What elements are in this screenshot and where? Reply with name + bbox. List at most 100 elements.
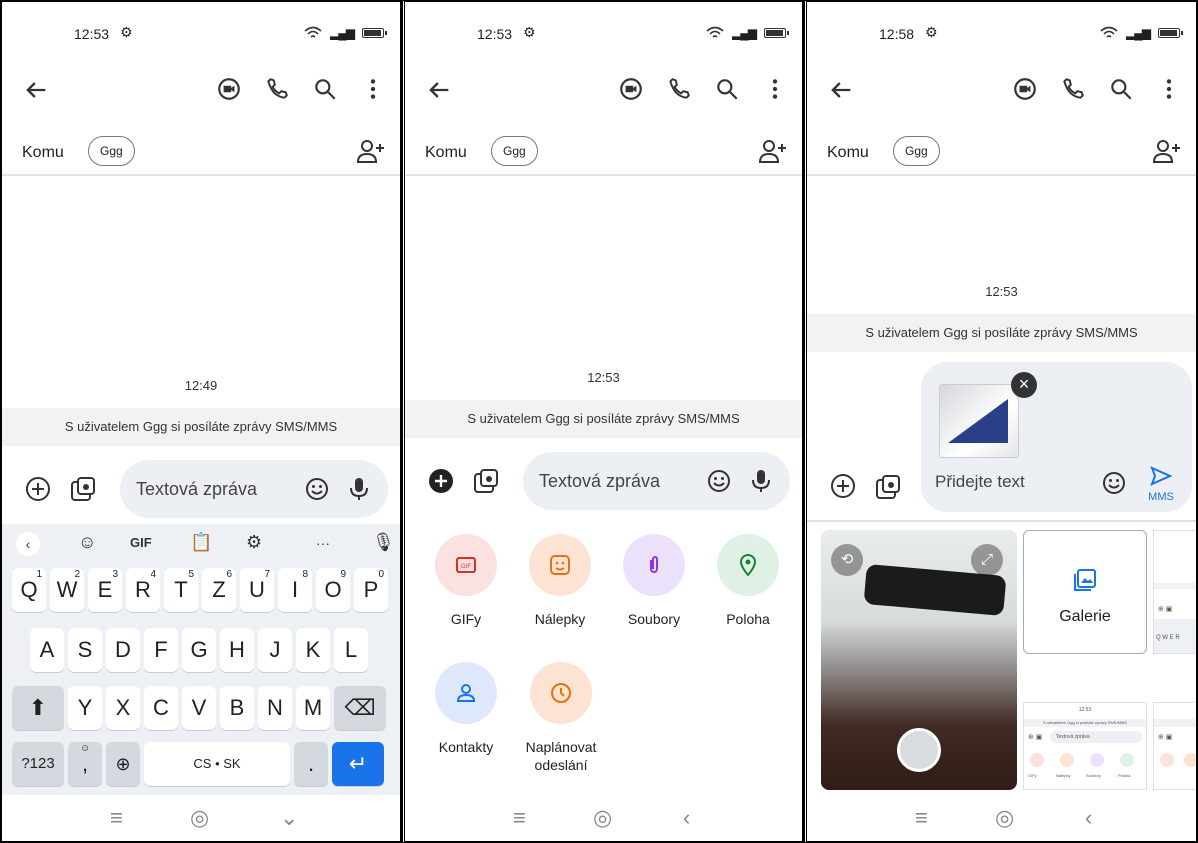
gallery-thumbnail[interactable]: ⊕ ▣ Q W E R	[1153, 530, 1196, 654]
menu-nav-icon[interactable]: ≡	[110, 805, 123, 831]
video-call-icon[interactable]	[1012, 76, 1038, 102]
message-input[interactable]: Textová zpráva	[120, 460, 388, 518]
key-l[interactable]: L	[334, 628, 368, 672]
phone-icon[interactable]	[264, 76, 290, 102]
home-nav-icon[interactable]: ◎	[593, 805, 612, 831]
emoji-icon[interactable]	[706, 468, 732, 494]
key-h[interactable]: H	[220, 628, 254, 672]
key-c[interactable]: C	[144, 686, 178, 730]
attach-contacts[interactable]: Kontakty	[431, 662, 501, 756]
globe-key[interactable]: ⊕	[106, 742, 140, 786]
key-o[interactable]: O9	[316, 568, 350, 612]
phone-icon[interactable]	[1060, 76, 1086, 102]
add-person-icon[interactable]	[1152, 138, 1182, 164]
key-u[interactable]: U7	[240, 568, 274, 612]
key-j[interactable]: J	[258, 628, 292, 672]
microphone-icon[interactable]	[750, 468, 772, 494]
back-arrow-icon[interactable]	[425, 76, 453, 104]
key-z[interactable]: Z6	[202, 568, 236, 612]
key-k[interactable]: K	[296, 628, 330, 672]
gallery-tile[interactable]: Galerie	[1023, 530, 1147, 654]
key-d[interactable]: D	[106, 628, 140, 672]
more-vert-icon[interactable]	[1156, 76, 1182, 102]
add-circle-filled-icon[interactable]	[427, 467, 455, 495]
shutter-button[interactable]	[897, 728, 941, 772]
comma-key[interactable]: , ☺	[68, 742, 102, 786]
camera-viewfinder[interactable]: ⟲ ⤢	[821, 530, 1017, 790]
back-nav-icon[interactable]: ‹	[1085, 805, 1092, 831]
keyboard-mic-icon[interactable]: 🎙	[372, 532, 395, 553]
emoji-icon[interactable]	[304, 476, 330, 502]
attach-stickers[interactable]: Nálepky	[525, 534, 595, 628]
attach-schedule[interactable]: Naplánovat odeslání	[513, 662, 609, 774]
expand-icon[interactable]: ⤢	[971, 544, 1003, 576]
add-text-placeholder[interactable]: Přidejte text	[935, 472, 1025, 492]
phone-icon[interactable]	[666, 76, 692, 102]
remove-attachment-icon[interactable]: ×	[1011, 372, 1037, 398]
key-r[interactable]: R4	[126, 568, 160, 612]
video-call-icon[interactable]	[216, 76, 242, 102]
microphone-icon[interactable]	[348, 476, 370, 502]
menu-nav-icon[interactable]: ≡	[915, 805, 928, 831]
key-w[interactable]: W2	[50, 568, 84, 612]
key-y[interactable]: Y	[68, 686, 102, 730]
emoji-icon[interactable]	[1101, 470, 1127, 496]
key-p[interactable]: P0	[354, 568, 388, 612]
key-e[interactable]: E3	[88, 568, 122, 612]
send-mms-button[interactable]: MMS	[1143, 466, 1179, 503]
back-arrow-icon[interactable]	[22, 76, 50, 104]
key-i[interactable]: I8	[278, 568, 312, 612]
search-icon[interactable]	[1108, 76, 1134, 102]
key-b[interactable]: B	[220, 686, 254, 730]
recipient-chip[interactable]: Ggg	[88, 136, 135, 166]
menu-nav-icon[interactable]: ≡	[513, 805, 526, 831]
home-nav-icon[interactable]: ◎	[995, 805, 1014, 831]
home-nav-icon[interactable]: ◎	[190, 805, 209, 831]
back-arrow-icon[interactable]	[827, 76, 855, 104]
search-icon[interactable]	[312, 76, 338, 102]
gallery-camera-icon[interactable]	[873, 472, 903, 502]
key-q[interactable]: Q1	[12, 568, 46, 612]
gif-key[interactable]: GIF	[130, 535, 152, 550]
chevron-left-icon[interactable]: ‹	[16, 532, 40, 556]
more-vert-icon[interactable]	[762, 76, 788, 102]
key-n[interactable]: N	[258, 686, 292, 730]
gallery-camera-icon[interactable]	[68, 474, 98, 504]
gallery-camera-icon[interactable]	[471, 466, 501, 496]
more-options-key[interactable]: ···	[316, 535, 330, 551]
keyboard-settings-icon[interactable]: ⚙	[246, 532, 262, 553]
search-icon[interactable]	[714, 76, 740, 102]
video-call-icon[interactable]	[618, 76, 644, 102]
attach-files[interactable]: Soubory	[619, 534, 689, 628]
key-f[interactable]: F	[144, 628, 178, 672]
backspace-key[interactable]: ⌫	[334, 686, 386, 730]
add-person-icon[interactable]	[356, 138, 386, 164]
attach-location[interactable]: Poloha	[713, 534, 783, 628]
clipboard-icon[interactable]: 📋	[190, 532, 212, 553]
gallery-thumbnail[interactable]: ⊕ ▣	[1153, 702, 1196, 790]
sticker-icon[interactable]: ☺	[78, 532, 96, 553]
add-circle-icon[interactable]	[24, 475, 52, 503]
shift-key[interactable]: ⬆	[12, 686, 64, 730]
key-t[interactable]: T5	[164, 568, 198, 612]
gallery-thumbnail[interactable]: 12:53 S uživatelem Ggg si posíláte zpráv…	[1023, 702, 1147, 790]
add-person-icon[interactable]	[758, 138, 788, 164]
hide-keyboard-icon[interactable]: ⌄	[280, 805, 298, 831]
key-v[interactable]: V	[182, 686, 216, 730]
recipient-chip[interactable]: Ggg	[491, 136, 538, 166]
back-nav-icon[interactable]: ‹	[683, 805, 690, 831]
period-key[interactable]: .	[294, 742, 328, 786]
enter-key[interactable]: ↵	[332, 742, 384, 786]
key-g[interactable]: G	[182, 628, 216, 672]
more-vert-icon[interactable]	[360, 76, 386, 102]
add-circle-icon[interactable]	[829, 472, 857, 500]
attach-gifs[interactable]: GIF GIFy	[431, 534, 501, 628]
space-key[interactable]: CS • SK	[144, 742, 290, 786]
key-s[interactable]: S	[68, 628, 102, 672]
key-m[interactable]: M	[296, 686, 330, 730]
recipient-chip[interactable]: Ggg	[893, 136, 940, 166]
key-a[interactable]: A	[30, 628, 64, 672]
switch-camera-icon[interactable]: ⟲	[831, 544, 863, 576]
message-input[interactable]: Textová zpráva	[523, 452, 790, 510]
attached-image-thumbnail[interactable]	[939, 384, 1019, 458]
